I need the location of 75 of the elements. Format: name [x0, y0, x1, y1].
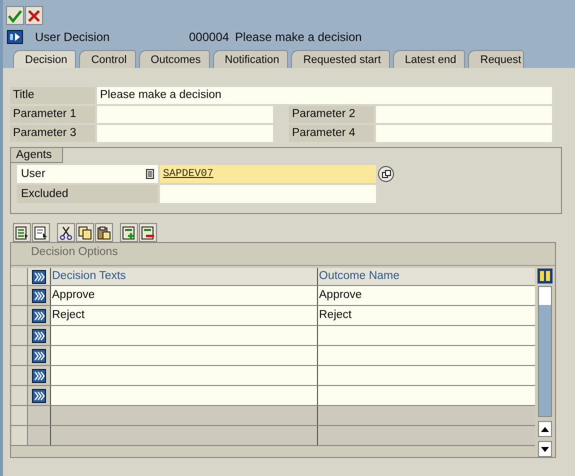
table-cell[interactable]: [51, 346, 318, 365]
toolbar-button[interactable]: [13, 223, 31, 242]
table-cell[interactable]: [51, 326, 318, 345]
table-cell[interactable]: Approve: [51, 286, 318, 305]
multiple-selection-button[interactable]: [378, 166, 394, 182]
row-detail-icon[interactable]: [32, 288, 46, 302]
tab[interactable]: Request: [468, 50, 524, 68]
toolbar-button[interactable]: [57, 223, 75, 242]
work-item-title: User Decision: [35, 30, 111, 44]
table-cell[interactable]: [318, 326, 535, 345]
paste-icon: [97, 226, 111, 240]
row-selector[interactable]: [12, 426, 28, 445]
field-label: User: [21, 168, 46, 180]
table-title: Decision Options: [30, 245, 119, 260]
tab[interactable]: Requested start: [291, 50, 390, 68]
table-cell[interactable]: Reject: [51, 306, 318, 325]
input-field[interactable]: [376, 125, 552, 142]
scroll-down-button[interactable]: [538, 441, 552, 457]
workitem-icon: [7, 30, 23, 44]
field-label: Parameter 3: [10, 125, 95, 142]
field-label: Excluded: [21, 188, 68, 200]
cancel-button[interactable]: [25, 6, 43, 25]
tab[interactable]: Notification: [212, 50, 288, 68]
field-label: Parameter 2: [289, 106, 374, 123]
row-detail-icon[interactable]: [32, 308, 46, 322]
confirm-button[interactable]: [6, 6, 24, 25]
insert-row-icon: [122, 226, 136, 240]
input-field[interactable]: [160, 184, 376, 202]
table-cell[interactable]: [318, 346, 535, 365]
work-item-description: Please make a decision: [235, 30, 362, 44]
row-detail-icon[interactable]: [32, 368, 46, 382]
group-title: Agents: [11, 148, 63, 163]
field-label: Parameter 4: [289, 125, 374, 142]
work-item-number: 000004: [189, 30, 230, 44]
table-cell[interactable]: [51, 386, 318, 405]
user-field[interactable]: SAPDEV07: [160, 164, 376, 182]
tab[interactable]: Outcomes: [138, 50, 210, 68]
tab[interactable]: Decision: [13, 50, 76, 68]
table-cell[interactable]: [51, 366, 318, 385]
row-detail-icon[interactable]: [32, 348, 46, 362]
table-cell[interactable]: Approve: [318, 286, 535, 305]
input-field[interactable]: [97, 106, 273, 123]
field-label: Parameter 1: [10, 106, 95, 123]
details-icon: [15, 226, 29, 240]
toolbar-button[interactable]: [76, 223, 94, 242]
input-field[interactable]: [376, 106, 552, 123]
tab[interactable]: Control: [79, 50, 136, 68]
cut-icon: [59, 226, 73, 240]
column-settings-icon[interactable]: [537, 268, 553, 284]
windows-icon: [382, 170, 390, 178]
close-icon: [27, 8, 41, 22]
row-detail-icon[interactable]: [32, 328, 46, 342]
row-detail-icon[interactable]: [32, 388, 46, 402]
delete-row-icon: [141, 226, 155, 240]
table-cell[interactable]: Reject: [318, 306, 535, 325]
copy-icon: [78, 226, 92, 240]
field-label: Title: [10, 87, 95, 104]
toolbar-button[interactable]: [120, 223, 138, 242]
down-arrow-icon: [541, 446, 549, 452]
table-cell[interactable]: [318, 366, 535, 385]
toolbar-button[interactable]: [95, 223, 113, 242]
toolbar-button[interactable]: [32, 223, 50, 242]
column-header[interactable]: Decision Texts: [51, 268, 318, 285]
table-cell[interactable]: [318, 386, 535, 405]
row-detail-icon[interactable]: [32, 270, 46, 284]
scrollbar[interactable]: [538, 286, 552, 417]
up-arrow-icon: [541, 426, 549, 432]
scroll-up-button[interactable]: [538, 421, 552, 437]
document-pointer-icon: [34, 226, 48, 240]
title-field[interactable]: Please make a decision: [97, 87, 552, 104]
input-field[interactable]: [97, 125, 273, 142]
checkmark-icon: [8, 8, 22, 22]
tab[interactable]: Latest end: [392, 50, 466, 68]
toolbar-button[interactable]: [139, 223, 157, 242]
document-icon: [146, 168, 154, 178]
